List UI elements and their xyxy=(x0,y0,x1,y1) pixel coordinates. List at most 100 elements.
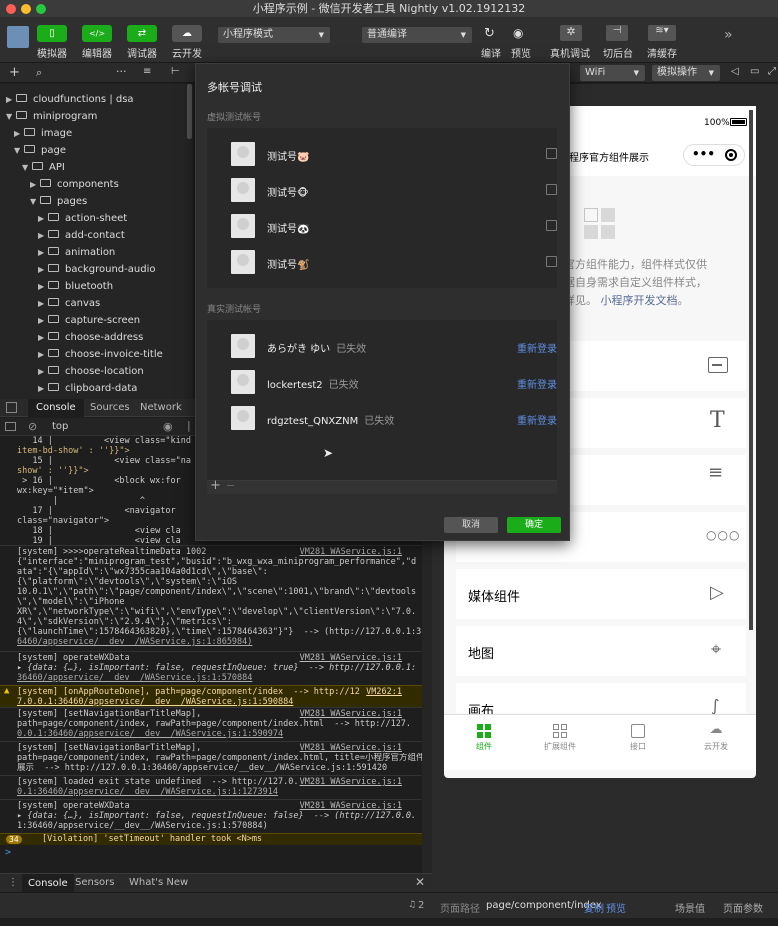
bug-icon[interactable]: ✲ xyxy=(560,25,582,41)
tab-network[interactable]: Network xyxy=(140,399,182,417)
bell-icon[interactable]: ♫ xyxy=(408,900,416,910)
compile-label[interactable]: 编译 xyxy=(478,45,504,60)
tree-item-capture-screen[interactable]: ▶ capture-screen xyxy=(38,312,140,329)
source-link[interactable]: VM281 WAService.js:1 xyxy=(300,547,402,557)
tree-item-api[interactable]: ▼ API xyxy=(22,159,65,176)
relogin-link[interactable]: 重新登录 xyxy=(517,376,557,391)
log-object[interactable]: ▸ {data: {…}, isImportant: false, reques… xyxy=(0,663,422,674)
tab-extended[interactable]: 扩展组件 xyxy=(540,721,580,752)
scene-value-button[interactable]: 场景值 xyxy=(675,900,705,915)
source-link[interactable]: VM262:1 xyxy=(366,687,402,697)
virtual-account-row[interactable]: 测试号🐼 xyxy=(207,200,557,238)
remote-debug-label[interactable]: 真机调试 xyxy=(548,45,592,60)
sidebar-toggle-icon[interactable] xyxy=(5,422,16,431)
log-url[interactable]: 36460/appservice/__dev__/WAService.js:1:… xyxy=(0,673,422,684)
source-link[interactable]: VM281 WAService.js:1 xyxy=(300,653,402,663)
tree-scrollbar[interactable] xyxy=(187,84,192,139)
capsule-menu[interactable]: ••• xyxy=(683,144,745,166)
log-url[interactable]: 0.1:36460/appservice/__dev__/WAService.j… xyxy=(0,787,422,798)
source-link[interactable]: VM281 WAService.js:1 xyxy=(300,777,402,787)
account-checkbox[interactable] xyxy=(546,184,557,195)
rotate-icon[interactable]: ▭ xyxy=(750,66,759,77)
search-icon[interactable]: ⌕ xyxy=(36,66,42,80)
relogin-link[interactable]: 重新登录 xyxy=(517,412,557,427)
tree-item-components[interactable]: ▶ components xyxy=(30,176,119,193)
context-select[interactable]: top xyxy=(52,421,68,432)
tab-api[interactable]: 接口 xyxy=(618,721,658,752)
page-params-button[interactable]: 页面参数 xyxy=(723,900,763,915)
account-checkbox[interactable] xyxy=(546,256,557,267)
list-item[interactable]: 媒体组件 ▷ xyxy=(456,569,746,619)
virtual-account-row[interactable]: 测试号🐷 xyxy=(207,128,557,166)
log-url[interactable]: 6460/appservice/__dev__/WAService.js:1:8… xyxy=(0,637,422,648)
collapse-icon[interactable]: ⊢ xyxy=(171,66,180,77)
simulator-toggle[interactable]: ▯ xyxy=(37,25,67,42)
tab-sources[interactable]: Sources xyxy=(90,399,130,417)
list-item[interactable]: 画布 ∫ xyxy=(456,683,746,719)
tree-item-canvas[interactable]: ▶ canvas xyxy=(38,295,100,312)
volume-icon[interactable]: ◁ xyxy=(731,66,739,77)
more-chevron-icon[interactable]: » xyxy=(724,27,733,43)
close-circle-icon[interactable] xyxy=(725,149,737,161)
add-account-button[interactable]: + xyxy=(210,478,221,493)
log-object[interactable]: ▸ {data: {…}, isImportant: false, reques… xyxy=(0,811,422,822)
tree-item-animation[interactable]: ▶ animation xyxy=(38,244,115,261)
sim-ops-select[interactable]: 模拟操作 ▼ xyxy=(652,65,720,81)
tab-console[interactable]: Console xyxy=(28,399,84,417)
tree-item-choose-invoice-title[interactable]: ▶ choose-invoice-title xyxy=(38,346,163,363)
inspect-icon[interactable] xyxy=(6,402,17,413)
tree-item-page[interactable]: ▼ page xyxy=(14,142,66,159)
console-prompt[interactable]: > xyxy=(5,847,11,858)
mode-select[interactable]: 小程序模式 ▼ xyxy=(218,27,330,43)
preview-link[interactable]: 预览 xyxy=(606,900,626,915)
debugger-toggle[interactable]: ⇄ xyxy=(127,25,157,42)
drawer-tab-whats-new[interactable]: What's New xyxy=(129,877,188,888)
source-link[interactable]: VM281 WAService.js:1 xyxy=(300,801,402,811)
background-label[interactable]: 切后台 xyxy=(600,45,636,60)
tree-item-cloudfunctions[interactable]: ▶ cloudfunctions | dsa xyxy=(6,91,134,108)
eye-icon[interactable]: ◉ xyxy=(513,26,523,40)
preview-label[interactable]: 预览 xyxy=(508,45,534,60)
refresh-icon[interactable]: ↻ xyxy=(484,26,495,41)
minimize-window-button[interactable] xyxy=(21,4,31,14)
account-checkbox[interactable] xyxy=(546,220,557,231)
menu-dots-icon[interactable]: ••• xyxy=(692,147,715,161)
drawer-tab-console[interactable]: Console xyxy=(22,874,74,893)
tree-item-miniprogram[interactable]: ▼ miniprogram xyxy=(6,108,97,125)
log-url[interactable]: 0.0.1:36460/appservice/__dev__/WAService… xyxy=(0,729,422,740)
eye-icon[interactable]: ◉ xyxy=(163,420,173,433)
drawer-tab-sensors[interactable]: Sensors xyxy=(75,877,115,888)
copy-path-link[interactable]: 复制 xyxy=(584,900,604,915)
source-link[interactable]: VM281 WAService.js:1 xyxy=(300,743,402,753)
close-icon[interactable]: ✕ xyxy=(415,875,425,889)
source-link[interactable]: VM281 WAService.js:1 xyxy=(300,709,402,719)
tree-item-choose-location[interactable]: ▶ choose-location xyxy=(38,363,144,380)
tab-components[interactable]: 组件 xyxy=(464,721,504,752)
log-url[interactable]: 7.0.0.1:36460/appservice/__dev__/WAServi… xyxy=(0,697,422,708)
close-window-button[interactable] xyxy=(6,4,16,14)
tree-item-action-sheet[interactable]: ▶ action-sheet xyxy=(38,210,127,227)
tree-item-background-audio[interactable]: ▶ background-audio xyxy=(38,261,155,278)
editor-toggle[interactable]: </> xyxy=(82,25,112,42)
tree-item-clipboard-data[interactable]: ▶ clipboard-data xyxy=(38,380,137,397)
layers-icon[interactable]: ≋▾ xyxy=(648,25,676,41)
confirm-button[interactable]: 确定 xyxy=(507,517,561,533)
background-icon[interactable]: ⊣ xyxy=(606,25,628,41)
docs-link[interactable]: 小程序开发文档 xyxy=(601,294,678,307)
tab-cloud[interactable]: ☁ 云开发 xyxy=(696,721,736,752)
add-icon[interactable]: + xyxy=(9,65,20,80)
compile-select[interactable]: 普通编译 ▼ xyxy=(362,27,472,43)
relogin-link[interactable]: 重新登录 xyxy=(517,340,557,355)
clear-cache-label[interactable]: 清缓存 xyxy=(644,45,680,60)
avatar[interactable] xyxy=(7,26,29,48)
more-vertical-icon[interactable]: ⋮ xyxy=(8,877,18,888)
more-icon[interactable]: ··· xyxy=(116,65,127,78)
cloud-button[interactable]: ☁ xyxy=(172,25,202,42)
cancel-button[interactable]: 取消 xyxy=(444,517,498,533)
tree-item-bluetooth[interactable]: ▶ bluetooth xyxy=(38,278,113,295)
virtual-account-row[interactable]: 测试号🐒 xyxy=(207,236,557,274)
tree-item-add-contact[interactable]: ▶ add-contact xyxy=(38,227,125,244)
simulator-scrollbar[interactable] xyxy=(749,110,753,630)
virtual-account-row[interactable]: 测试号🐵 xyxy=(207,164,557,202)
network-select[interactable]: WiFi ▼ xyxy=(580,65,645,81)
